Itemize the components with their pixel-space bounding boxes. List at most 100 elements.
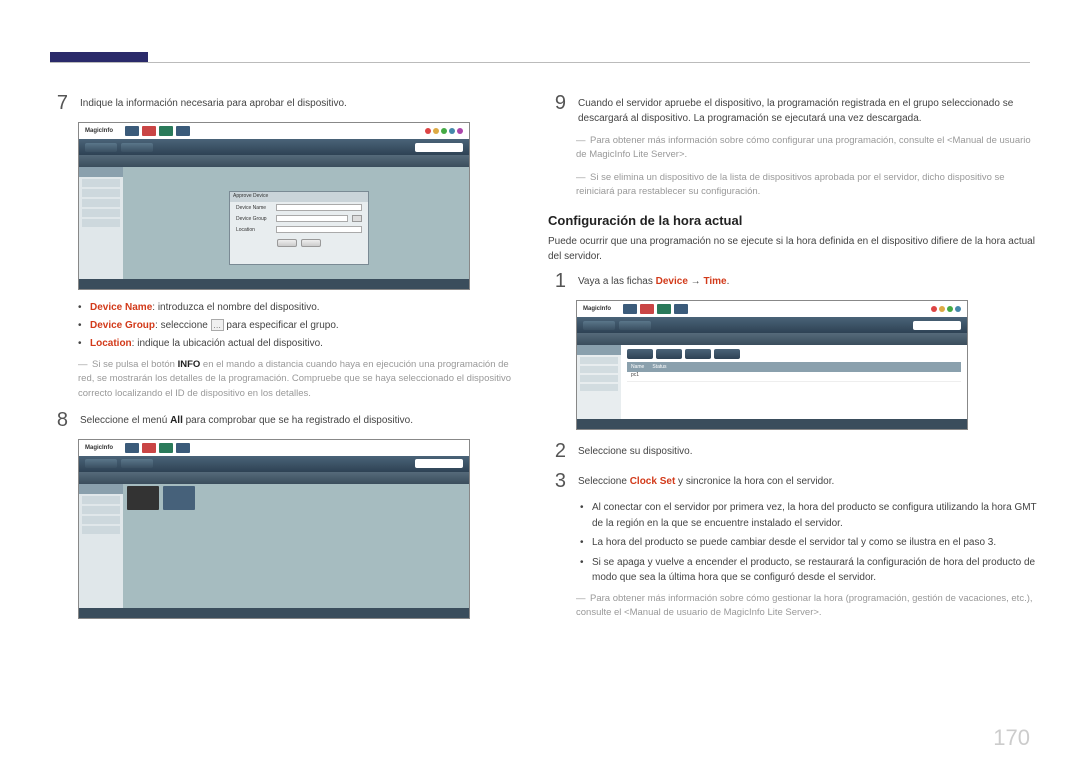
sidebar-item [580, 357, 618, 364]
secondary-bar [577, 333, 967, 345]
col-header: Status [652, 364, 666, 370]
step-text: Seleccione Clock Set y sincronice la hor… [578, 470, 1038, 492]
secondary-bar [79, 472, 469, 484]
step-7-row: 7 Indique la información necesaria para … [50, 92, 520, 114]
sub-toolbar-button [714, 349, 740, 359]
step-number: 3 [548, 470, 566, 492]
toolbar-button [85, 459, 117, 468]
header-tab-icon [657, 304, 671, 314]
toolbar [577, 317, 967, 333]
status-dot-icon [457, 128, 463, 134]
term-device-group: Device Group [90, 320, 155, 331]
sidebar-item [580, 384, 618, 391]
term-rest: : indique la ubicación actual del dispos… [132, 338, 323, 349]
status-dot-icon [449, 128, 455, 134]
note-text: Para obtener más información sobre cómo … [576, 135, 1031, 160]
cell: pc1 [631, 372, 639, 381]
approve-device-dialog: Approve Device Device Name Device Group … [229, 191, 369, 265]
sub-toolbar [627, 349, 961, 359]
ok-button [277, 239, 297, 247]
header-tab-icon [159, 443, 173, 453]
field-label: Location [236, 227, 272, 233]
device-thumbnails [127, 490, 465, 506]
sidebar-item [82, 516, 120, 524]
field-descriptions: Device Name: introduzca el nombre del di… [78, 300, 520, 352]
header-tab-icon [142, 126, 156, 136]
step-text: Seleccione su dispositivo. [578, 440, 1038, 462]
step-2-row: 2 Seleccione su dispositivo. [548, 440, 1038, 462]
app-header: MagicInfo [79, 440, 469, 456]
dash-note-reset: ―Si se elimina un dispositivo de la list… [576, 171, 1038, 200]
screenshot-time-tab: MagicInfo [576, 300, 968, 430]
sidebar-item [82, 219, 120, 227]
text-before: Seleccione el menú [80, 415, 170, 426]
list-item: Device Name: introduzca el nombre del di… [78, 300, 520, 316]
step-3-row: 3 Seleccione Clock Set y sincronice la h… [548, 470, 1038, 492]
dialog-field-row: Device Group [230, 213, 368, 224]
header-tab-icon [674, 304, 688, 314]
header-tab-icon [159, 126, 173, 136]
sidebar-item [580, 366, 618, 373]
step-text: Seleccione el menú All para comprobar qu… [80, 409, 520, 431]
sidebar [577, 345, 621, 419]
step-number: 1 [548, 270, 566, 292]
secondary-bar [79, 155, 469, 167]
table-row: pc1 [627, 372, 961, 382]
bold-all: All [170, 415, 183, 426]
note-text: Si se elimina un dispositivo de la lista… [576, 172, 1005, 197]
footer-bar [79, 608, 469, 618]
sidebar-item [82, 209, 120, 217]
step-1-row: 1 Vaya a las fichas Device → Time. [548, 270, 1038, 292]
dash-note-info: ―Si se pulsa el botón INFO en el mando a… [78, 358, 520, 401]
toolbar-button [121, 143, 153, 152]
screenshot-device-list: MagicInfo [78, 439, 470, 619]
app-logo: MagicInfo [85, 128, 113, 134]
field-label: Device Group [236, 216, 272, 222]
sidebar-header [79, 484, 123, 494]
two-column-layout: 7 Indique la información necesaria para … [50, 92, 1030, 629]
header-tabs [623, 304, 688, 314]
footer-bar [577, 419, 967, 429]
table-header: Name Status [627, 362, 961, 372]
dot: . [727, 276, 730, 287]
sidebar [79, 167, 123, 279]
sub-toolbar-button [685, 349, 711, 359]
step-text: Cuando el servidor apruebe el dispositiv… [578, 92, 1038, 126]
section-intro: Puede ocurrir que una programación no se… [548, 234, 1038, 264]
sidebar-item [82, 179, 120, 187]
header-tab-icon [125, 126, 139, 136]
text-after: para comprobar que se ha registrado el d… [183, 415, 413, 426]
list-item: Si se apaga y vuelve a encender el produ… [580, 555, 1038, 586]
header-tab-icon [640, 304, 654, 314]
time-notes-list: Al conectar con el servidor por primera … [580, 500, 1038, 586]
search-field [415, 143, 463, 152]
cancel-button [301, 239, 321, 247]
status-dot-icon [433, 128, 439, 134]
device-list: Name Status pc1 [627, 349, 961, 382]
bold-info: INFO [178, 359, 201, 370]
step-number: 7 [50, 92, 68, 114]
top-accent-bar [50, 52, 148, 62]
section-heading-time-config: Configuración de la hora actual [548, 213, 1038, 228]
sidebar-item [82, 506, 120, 514]
group-display [276, 215, 348, 222]
dialog-field-row: Location [230, 224, 368, 235]
header-tab-icon [176, 126, 190, 136]
footer-bar [79, 279, 469, 289]
term-rest: : introduzca el nombre del dispositivo. [152, 302, 319, 313]
step-text: Vaya a las fichas Device → Time. [578, 270, 1038, 292]
app-header: MagicInfo [577, 301, 967, 317]
search-field [913, 321, 961, 330]
header-tab-icon [176, 443, 190, 453]
sidebar-header [577, 345, 621, 355]
text-input [276, 204, 362, 211]
app-logo: MagicInfo [85, 445, 113, 451]
step-number: 8 [50, 409, 68, 431]
header-tabs [125, 443, 190, 453]
status-dot-icon [947, 306, 953, 312]
col-header: Name [631, 364, 644, 370]
top-rule [50, 62, 1030, 63]
dialog-title: Approve Device [230, 192, 368, 202]
sidebar-item [82, 526, 120, 534]
dash-icon: ― [576, 134, 590, 148]
